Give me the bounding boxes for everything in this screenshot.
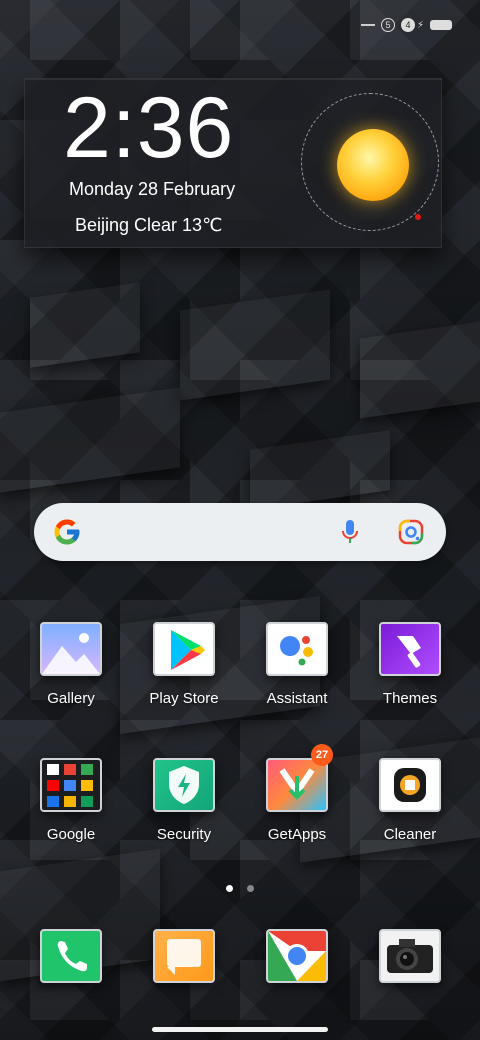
gallery-icon xyxy=(40,622,102,676)
chrome-icon xyxy=(266,929,328,983)
wallpaper-tile xyxy=(250,430,390,510)
dock-chrome[interactable] xyxy=(243,929,351,983)
app-label: Gallery xyxy=(47,690,95,707)
page-indicator[interactable] xyxy=(0,879,480,897)
google-g-icon xyxy=(54,519,80,545)
weather-summary: Beijing Clear 13℃ xyxy=(75,215,223,235)
app-label: Themes xyxy=(382,690,438,707)
gesture-navigation-bar[interactable] xyxy=(152,1027,328,1032)
wallpaper-tile xyxy=(0,387,180,493)
app-themes[interactable]: Themes xyxy=(356,622,464,707)
wallpaper-tile xyxy=(30,282,140,368)
mic-icon[interactable] xyxy=(340,519,360,545)
app-label: Google xyxy=(46,826,96,843)
sun-position-dot-icon xyxy=(415,214,421,220)
themes-icon xyxy=(379,622,441,676)
app-gallery[interactable]: Gallery xyxy=(17,622,125,707)
app-label: Cleaner xyxy=(383,826,437,843)
signal-line-icon xyxy=(360,24,375,26)
battery-icon xyxy=(430,20,452,30)
status-bar: 5 4 ⚡ xyxy=(360,18,452,32)
app-getapps[interactable]: 27 GetApps xyxy=(243,744,351,843)
app-label: Assistant xyxy=(266,690,328,707)
sim1-icon: 5 xyxy=(380,18,395,32)
sim2-icon: 4 xyxy=(400,18,415,32)
cleaner-icon xyxy=(379,758,441,812)
google-search-bar[interactable] xyxy=(34,503,446,561)
sun-icon xyxy=(337,129,409,201)
app-security[interactable]: Security xyxy=(130,758,238,843)
page-dot-2[interactable] xyxy=(247,885,255,892)
app-cleaner[interactable]: Cleaner xyxy=(356,758,464,843)
app-google-folder[interactable]: Google xyxy=(17,758,125,843)
wallpaper-tile xyxy=(360,321,480,419)
app-label: Play Store xyxy=(149,690,219,707)
clock-time: 2:36 xyxy=(63,80,235,176)
charging-icon: ⚡ xyxy=(416,19,424,31)
play-store-icon xyxy=(153,622,215,676)
page-dot-1[interactable] xyxy=(225,885,233,892)
security-icon xyxy=(153,758,215,812)
wallpaper-tile xyxy=(180,289,330,401)
messages-icon xyxy=(153,929,215,983)
app-label: Security xyxy=(156,826,212,843)
assistant-icon xyxy=(266,622,328,676)
getapps-icon xyxy=(266,758,328,812)
notification-badge: 27 xyxy=(311,744,333,766)
lens-icon[interactable] xyxy=(398,519,424,545)
app-assistant[interactable]: Assistant xyxy=(243,622,351,707)
dock-phone[interactable] xyxy=(17,929,125,983)
dock-messages[interactable] xyxy=(130,929,238,983)
phone-icon xyxy=(40,929,102,983)
dock-camera[interactable] xyxy=(356,929,464,983)
google-folder-icon xyxy=(40,758,102,812)
clock-weather-widget[interactable]: 2:36 Monday 28 February Beijing Clear 13… xyxy=(24,78,442,248)
app-label: GetApps xyxy=(267,826,327,843)
app-play-store[interactable]: Play Store xyxy=(130,622,238,707)
clock-date: Monday 28 February xyxy=(69,179,236,199)
camera-icon xyxy=(379,929,441,983)
